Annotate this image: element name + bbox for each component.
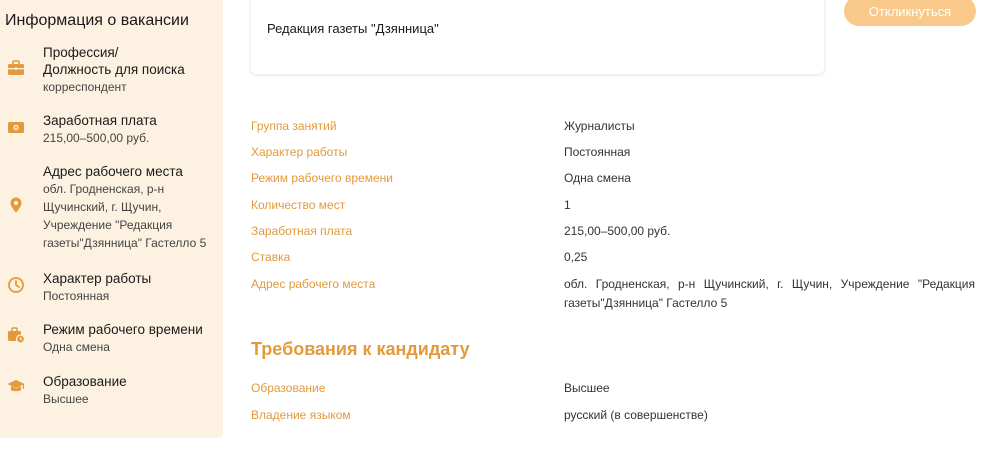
briefcase-clock-icon (7, 326, 25, 344)
sidebar-item-label: Адрес рабочего места (43, 164, 183, 179)
sidebar-item-value: Высшее (43, 392, 89, 406)
detail-label-positions-count: Количество мест (251, 198, 346, 212)
sidebar-item-value: обл. Гродненская, р-н Щучинский, г. Щучи… (43, 182, 207, 250)
sidebar-title: Информация о вакансии (5, 12, 189, 29)
briefcase-icon (7, 59, 25, 77)
detail-value-salary: 215,00–500,00 руб. (564, 224, 671, 238)
requirement-value-language: русский (в совершенстве) (564, 408, 708, 422)
detail-label-schedule: Режим рабочего времени (251, 171, 393, 185)
money-icon (7, 118, 25, 136)
vacancy-info-sidebar: Информация о вакансии Профессия/ Должнос… (0, 0, 223, 438)
respond-button[interactable]: Откликнуться (844, 0, 976, 26)
requirements-title: Требования к кандидату (251, 339, 470, 359)
sidebar-item-value: корреспондент (43, 80, 127, 94)
sidebar-item-label: Профессия/ Должность для поиска (43, 45, 185, 77)
graduation-cap-icon (7, 377, 25, 395)
detail-label-rate: Ставка (251, 250, 291, 264)
detail-label-occupation-group: Группа занятий (251, 119, 337, 133)
detail-value-schedule: Одна смена (564, 171, 631, 185)
clock-icon (7, 276, 25, 294)
detail-value-rate: 0,25 (564, 250, 588, 264)
detail-label-address: Адрес рабочего места (251, 277, 376, 291)
employer-card: Редакция газеты "Дзянница" (251, 0, 824, 74)
detail-value-address: обл. Гродненская, р-н Щучинский, г. Щучи… (564, 277, 975, 310)
requirement-value-education: Высшее (564, 381, 610, 395)
detail-value-work-type: Постоянная (564, 145, 631, 159)
detail-label-salary: Заработная плата (251, 224, 353, 238)
sidebar-item-label: Образование (43, 374, 127, 389)
location-pin-icon (7, 196, 25, 214)
requirement-label-education: Образование (251, 381, 326, 395)
employer-name: Редакция газеты "Дзянница" (267, 21, 439, 36)
requirement-label-language: Владение языком (251, 408, 351, 422)
sidebar-item-label: Заработная плата (43, 113, 157, 128)
sidebar-item-label: Характер работы (43, 271, 152, 286)
sidebar-item-value: 215,00–500,00 руб. (43, 131, 150, 145)
detail-value-positions-count: 1 (564, 198, 571, 212)
sidebar-item-value: Одна смена (43, 340, 110, 354)
detail-value-occupation-group: Журналисты (564, 119, 635, 133)
sidebar-item-value: Постоянная (43, 289, 110, 303)
sidebar-item-label: Режим рабочего времени (43, 322, 203, 337)
detail-label-work-type: Характер работы (251, 145, 348, 159)
